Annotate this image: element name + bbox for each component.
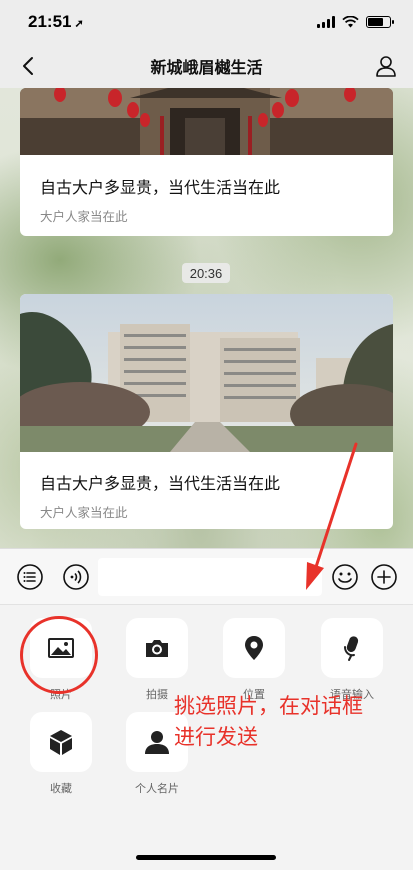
voice-icon xyxy=(63,564,89,590)
emoji-button[interactable] xyxy=(331,563,359,591)
list-menu-icon xyxy=(17,564,43,590)
back-button[interactable] xyxy=(16,54,40,78)
cube-icon xyxy=(50,730,72,755)
camera-icon xyxy=(146,640,168,657)
tool-tile xyxy=(30,712,92,772)
tool-tile xyxy=(126,618,188,678)
nav-bar: 新城峨眉樾生活 xyxy=(0,44,413,88)
plus-circle-icon xyxy=(371,564,397,590)
status-icons xyxy=(317,16,394,28)
menu-toggle-button[interactable] xyxy=(16,563,44,591)
article-subtitle: 大户人家当在此 xyxy=(40,506,128,520)
tool-tile xyxy=(321,618,383,678)
message-input[interactable] xyxy=(98,558,322,596)
location-pin-icon xyxy=(245,636,263,660)
article-image xyxy=(20,88,393,155)
tool-camera[interactable]: 拍摄 xyxy=(125,618,189,702)
location-arrow-icon: ➚ xyxy=(74,18,84,30)
article-card[interactable]: 自古大户多显贵，当代生活当在此 大户人家当在此 xyxy=(20,294,393,529)
chevron-left-icon xyxy=(23,57,33,75)
status-bar: 21:51 ➚ xyxy=(0,0,413,44)
tool-location[interactable]: 位置 xyxy=(222,618,286,702)
profile-button[interactable] xyxy=(373,53,399,79)
article-title: 自古大户多显贵，当代生活当在此 xyxy=(40,476,281,493)
person-icon xyxy=(145,731,169,754)
tool-label: 个人名片 xyxy=(135,783,179,795)
status-time: 21:51 ➚ xyxy=(28,12,84,31)
tool-tile xyxy=(223,618,285,678)
tool-label: 收藏 xyxy=(50,783,72,795)
microphone-icon xyxy=(344,636,359,661)
annotation-text: 挑选照片，在对话框 进行发送 xyxy=(174,691,404,753)
tool-favorites[interactable]: 收藏 xyxy=(29,712,93,796)
article-image xyxy=(20,294,393,452)
wifi-icon xyxy=(342,16,359,28)
voice-button[interactable] xyxy=(62,563,90,591)
tool-voice-input[interactable]: 语音输入 xyxy=(320,618,384,702)
article-subtitle: 大户人家当在此 xyxy=(40,210,128,224)
annotation-circle xyxy=(20,616,98,694)
home-indicator[interactable] xyxy=(136,855,276,860)
annotation-line: 挑选照片，在对话框 xyxy=(174,694,363,718)
message-timestamp: 20:36 xyxy=(182,263,230,283)
annotation-line: 进行发送 xyxy=(174,725,258,749)
person-outline-icon xyxy=(376,56,396,77)
more-button[interactable] xyxy=(370,563,398,591)
battery-icon xyxy=(366,16,394,28)
article-card[interactable]: 自古大户多显贵，当代生活当在此 大户人家当在此 xyxy=(20,88,393,236)
article-title: 自古大户多显贵，当代生活当在此 xyxy=(40,180,281,197)
page-title: 新城峨眉樾生活 xyxy=(150,60,263,77)
signal-icon xyxy=(317,16,335,28)
chat-input-bar xyxy=(0,548,413,604)
emoji-icon xyxy=(332,564,358,590)
